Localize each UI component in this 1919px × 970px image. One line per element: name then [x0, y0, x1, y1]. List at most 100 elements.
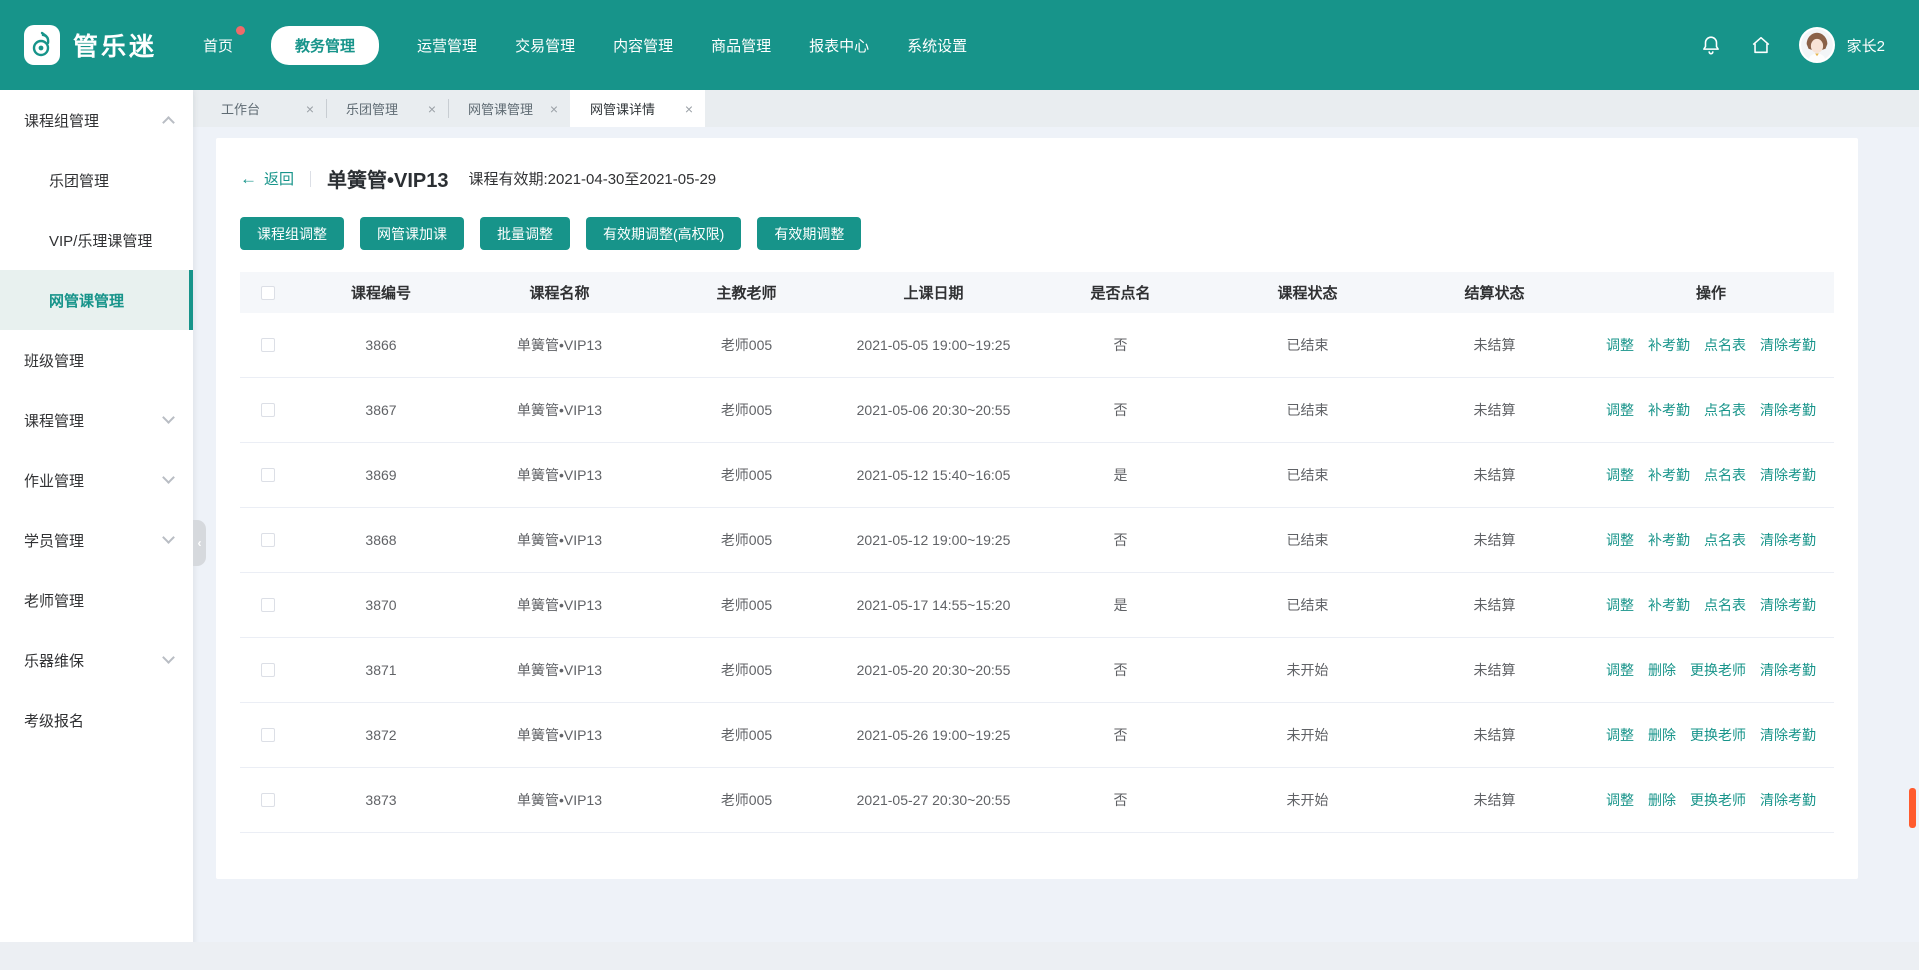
action-link[interactable]: 补考勤: [1648, 335, 1690, 355]
action-link[interactable]: 调整: [1606, 725, 1634, 745]
sidebar-item[interactable]: 乐团管理: [0, 150, 193, 210]
action-link[interactable]: 点名表: [1704, 465, 1746, 485]
action-link[interactable]: 清除考勤: [1760, 530, 1816, 550]
action-link[interactable]: 清除考勤: [1760, 660, 1816, 680]
action-link[interactable]: 补考勤: [1648, 400, 1690, 420]
row-checkbox-cell: [240, 663, 296, 677]
nav-item[interactable]: 教务管理: [271, 26, 379, 65]
action-link[interactable]: 清除考勤: [1760, 335, 1816, 355]
row-checkbox[interactable]: [261, 338, 275, 352]
user-avatar[interactable]: [1799, 27, 1835, 63]
bell-icon[interactable]: [1699, 33, 1723, 57]
action-button[interactable]: 有效期调整: [757, 217, 861, 250]
tab[interactable]: 网管课详情×: [570, 90, 705, 127]
sidebar-item-label: 课程管理: [24, 410, 84, 431]
sidebar-item[interactable]: 班级管理: [0, 330, 193, 390]
close-icon[interactable]: ×: [550, 101, 558, 117]
cell-date: 2021-05-17 14:55~15:20: [840, 597, 1027, 613]
row-checkbox[interactable]: [261, 533, 275, 547]
action-link[interactable]: 调整: [1606, 790, 1634, 810]
cell-status: 未开始: [1214, 725, 1401, 745]
nav-item[interactable]: 交易管理: [515, 26, 575, 65]
sidebar-collapse-handle[interactable]: ‹: [193, 520, 206, 566]
action-link[interactable]: 更换老师: [1690, 725, 1746, 745]
action-link[interactable]: 清除考勤: [1760, 400, 1816, 420]
sidebar-item[interactable]: 作业管理: [0, 450, 193, 510]
action-button[interactable]: 网管课加课: [360, 217, 464, 250]
action-link[interactable]: 清除考勤: [1760, 725, 1816, 745]
tab[interactable]: 工作台×: [193, 90, 326, 127]
action-link[interactable]: 补考勤: [1648, 595, 1690, 615]
action-button[interactable]: 课程组调整: [240, 217, 344, 250]
cell-settlement: 未结算: [1401, 335, 1588, 355]
action-link[interactable]: 更换老师: [1690, 790, 1746, 810]
nav-menu: 首页教务管理运营管理交易管理内容管理商品管理报表中心系统设置: [203, 26, 967, 65]
row-checkbox[interactable]: [261, 403, 275, 417]
action-link[interactable]: 清除考勤: [1760, 595, 1816, 615]
tab[interactable]: 网管课管理×: [448, 90, 570, 127]
table-body: 3866单簧管•VIP13老师0052021-05-05 19:00~19:25…: [240, 313, 1834, 833]
sidebar-menu: 课程组管理乐团管理VIP/乐理课管理网管课管理班级管理课程管理作业管理学员管理老…: [0, 90, 193, 750]
sidebar-item[interactable]: 考级报名: [0, 690, 193, 750]
close-icon[interactable]: ×: [685, 101, 693, 117]
action-link[interactable]: 点名表: [1704, 530, 1746, 550]
home-icon[interactable]: [1749, 33, 1773, 57]
sidebar-item[interactable]: 乐器维保: [0, 630, 193, 690]
row-actions: 调整删除更换老师清除考勤: [1588, 660, 1834, 680]
close-icon[interactable]: ×: [428, 101, 436, 117]
action-link[interactable]: 清除考勤: [1760, 790, 1816, 810]
user-name[interactable]: 家长2: [1847, 35, 1885, 56]
row-checkbox-cell: [240, 533, 296, 547]
sidebar-item[interactable]: 课程组管理: [0, 90, 193, 150]
sidebar-item[interactable]: 老师管理: [0, 570, 193, 630]
nav-item[interactable]: 内容管理: [613, 26, 673, 65]
action-link[interactable]: 删除: [1648, 790, 1676, 810]
row-checkbox-cell: [240, 728, 296, 742]
action-link[interactable]: 删除: [1648, 725, 1676, 745]
cell-teacher: 老师005: [653, 725, 840, 745]
select-all-checkbox[interactable]: [261, 286, 275, 300]
tab[interactable]: 乐团管理×: [326, 90, 448, 127]
row-checkbox[interactable]: [261, 728, 275, 742]
vertical-scrollbar-thumb[interactable]: [1909, 788, 1916, 828]
action-link[interactable]: 点名表: [1704, 335, 1746, 355]
horizontal-scrollbar[interactable]: [0, 942, 1919, 970]
nav-item[interactable]: 系统设置: [907, 26, 967, 65]
nav-item[interactable]: 报表中心: [809, 26, 869, 65]
app-logo: 管乐迷: [24, 25, 157, 65]
action-button[interactable]: 有效期调整(高权限): [586, 217, 741, 250]
action-link[interactable]: 清除考勤: [1760, 465, 1816, 485]
action-link[interactable]: 点名表: [1704, 400, 1746, 420]
row-checkbox[interactable]: [261, 598, 275, 612]
action-link[interactable]: 删除: [1648, 660, 1676, 680]
course-validity: 课程有效期:2021-04-30至2021-05-29: [469, 168, 717, 189]
action-link[interactable]: 补考勤: [1648, 530, 1690, 550]
action-link[interactable]: 调整: [1606, 530, 1634, 550]
action-link[interactable]: 补考勤: [1648, 465, 1690, 485]
action-link[interactable]: 调整: [1606, 335, 1634, 355]
cell-teacher: 老师005: [653, 790, 840, 810]
cell-name: 单簧管•VIP13: [466, 465, 653, 485]
close-icon[interactable]: ×: [306, 101, 314, 117]
nav-item[interactable]: 运营管理: [417, 26, 477, 65]
sidebar-item[interactable]: 网管课管理: [0, 270, 193, 330]
sidebar-item[interactable]: 学员管理: [0, 510, 193, 570]
notification-dot: [236, 26, 245, 35]
nav-item[interactable]: 首页: [203, 26, 233, 65]
sidebar-item[interactable]: 课程管理: [0, 390, 193, 450]
action-link[interactable]: 调整: [1606, 400, 1634, 420]
action-link[interactable]: 调整: [1606, 465, 1634, 485]
action-link[interactable]: 点名表: [1704, 595, 1746, 615]
sidebar-item[interactable]: VIP/乐理课管理: [0, 210, 193, 270]
action-link[interactable]: 更换老师: [1690, 660, 1746, 680]
action-button[interactable]: 批量调整: [480, 217, 570, 250]
sidebar-item-label: 网管课管理: [49, 290, 124, 311]
action-link[interactable]: 调整: [1606, 595, 1634, 615]
row-checkbox[interactable]: [261, 793, 275, 807]
row-checkbox[interactable]: [261, 468, 275, 482]
nav-item[interactable]: 商品管理: [711, 26, 771, 65]
action-link[interactable]: 调整: [1606, 660, 1634, 680]
row-checkbox[interactable]: [261, 663, 275, 677]
sidebar-item-label: 老师管理: [24, 590, 84, 611]
back-button[interactable]: ← 返回: [240, 168, 294, 189]
